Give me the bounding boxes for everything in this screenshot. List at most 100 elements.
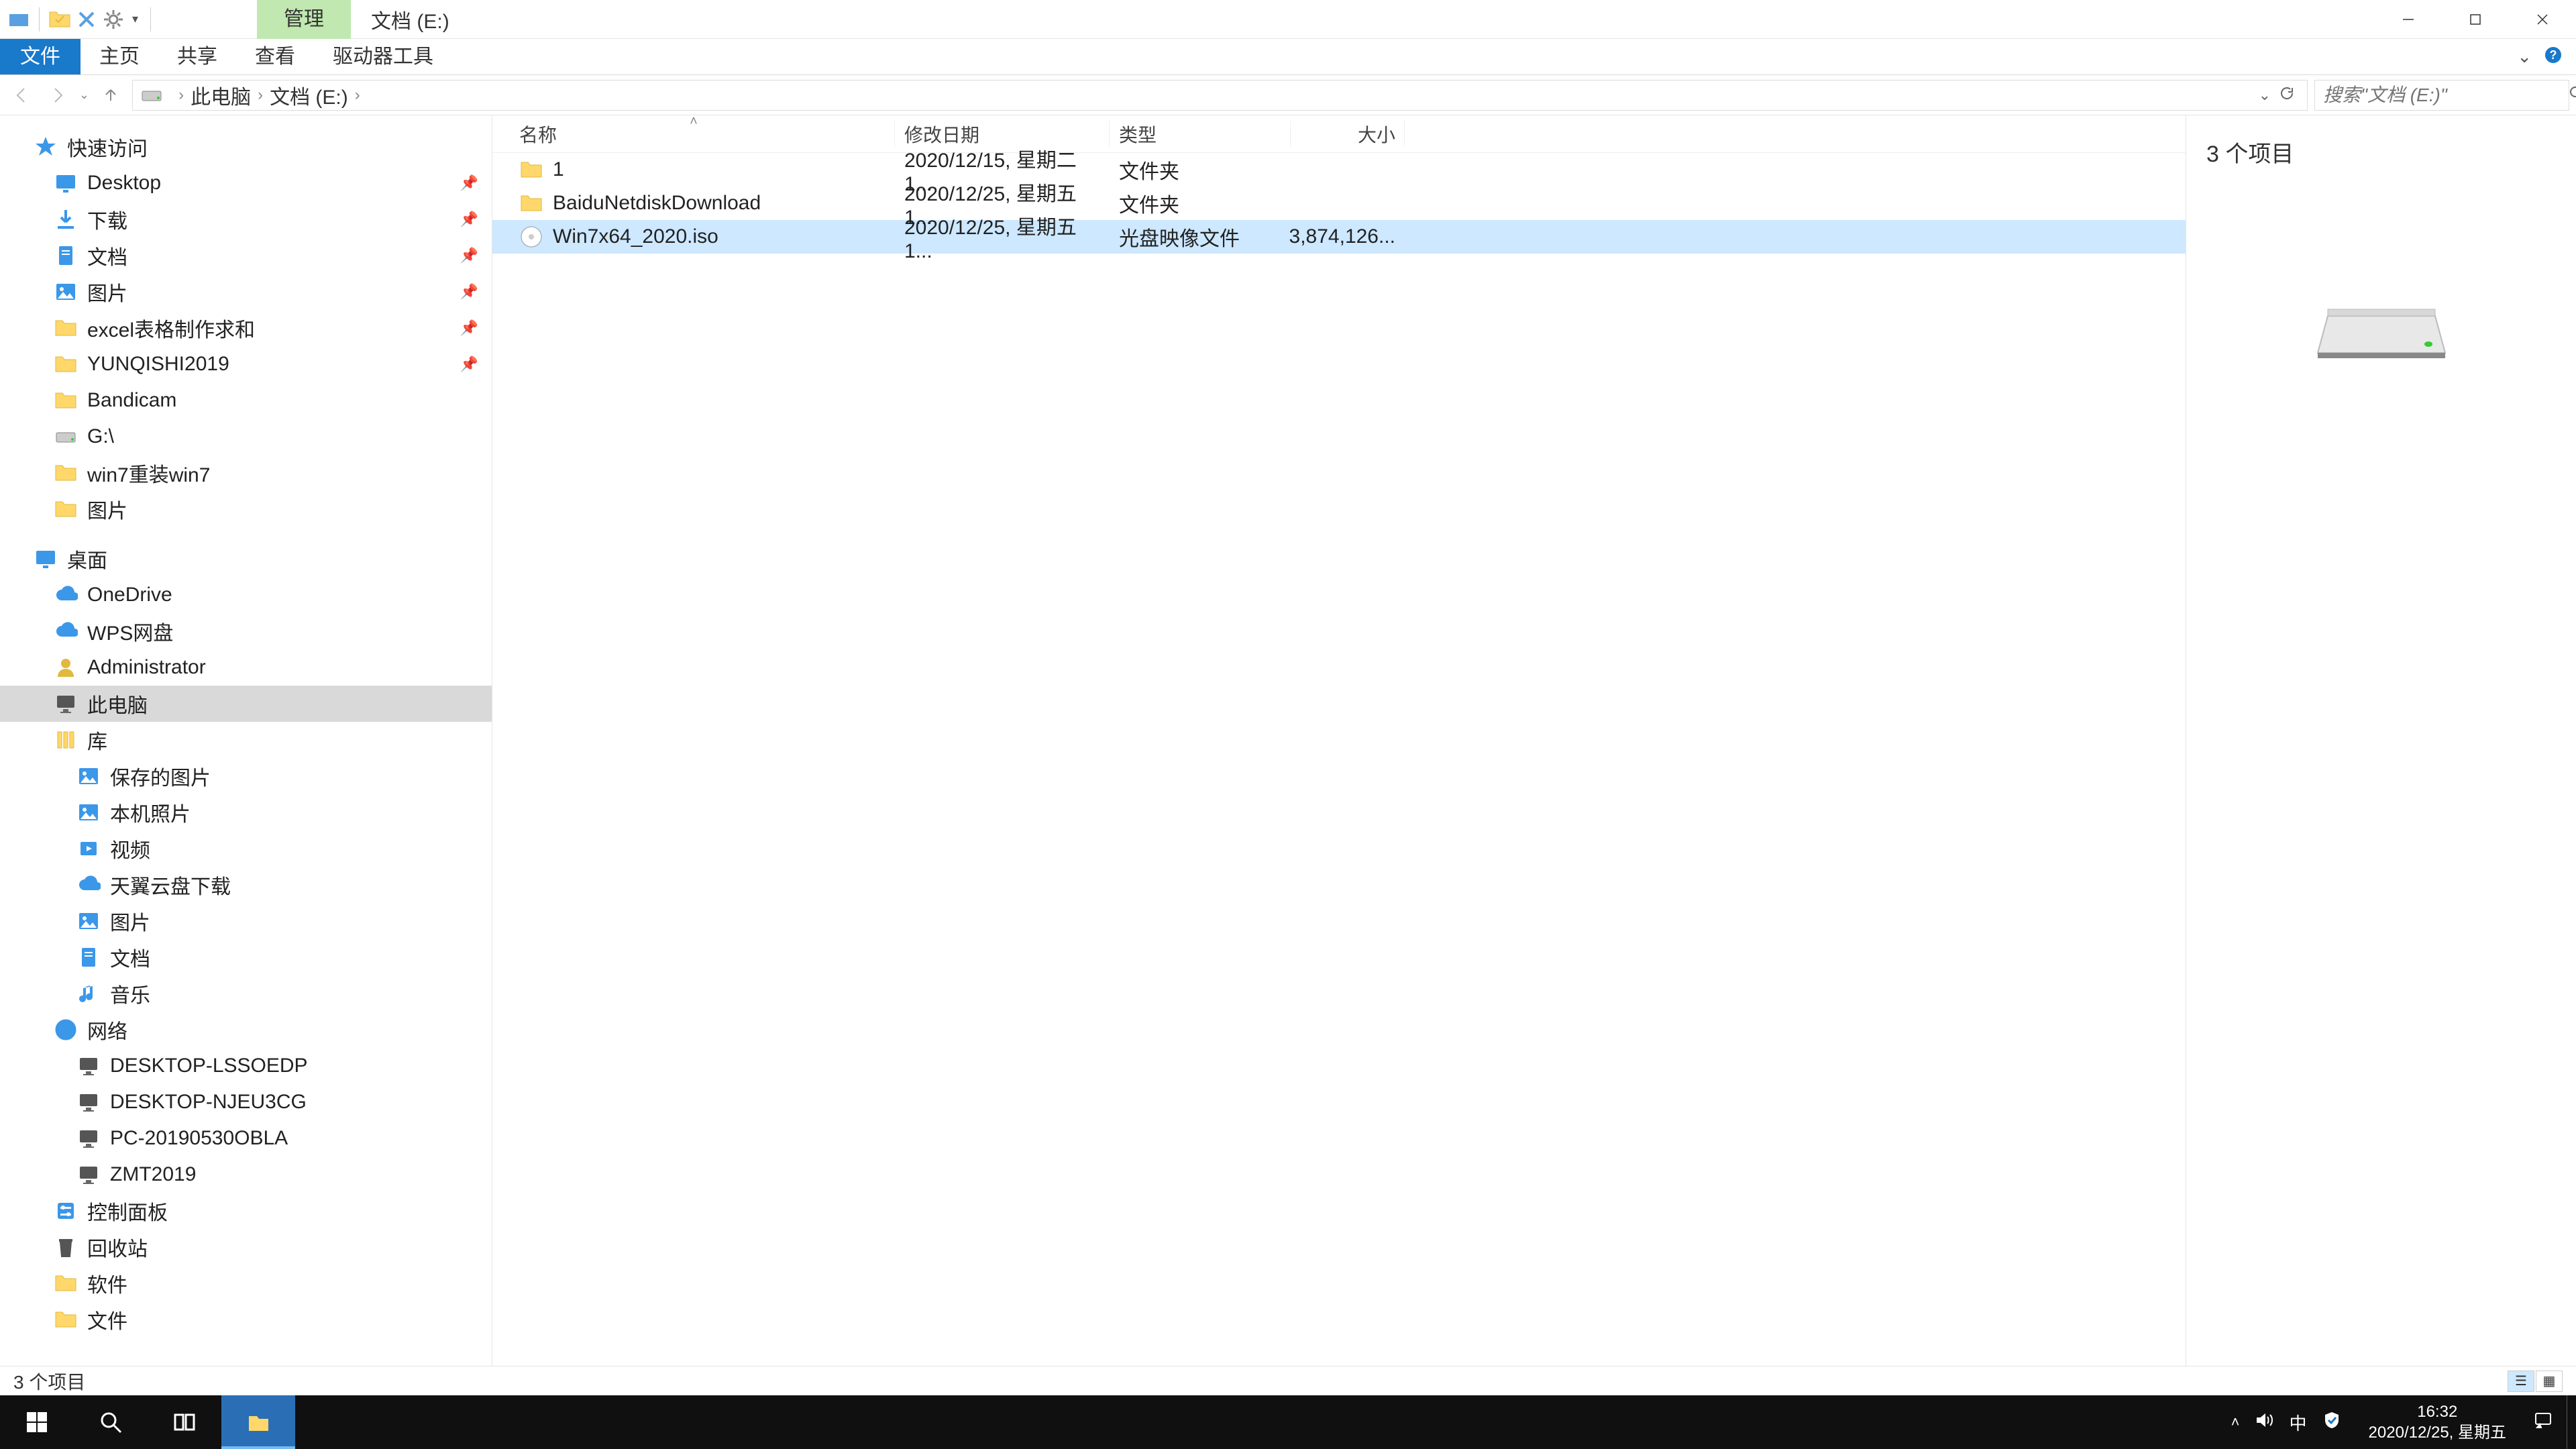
tree-label: 库 <box>87 725 107 755</box>
tree-desktop-root[interactable]: 桌面 <box>0 541 492 577</box>
tree-item-drive-g[interactable]: G:\ <box>0 419 492 455</box>
drive-icon <box>54 425 78 449</box>
tree-item-music[interactable]: 音乐 <box>0 975 492 1012</box>
tree-item-documents-lib[interactable]: 文档 <box>0 939 492 975</box>
show-desktop-button[interactable] <box>2567 1395 2576 1449</box>
address-row: ⌄ › 此电脑 › 文档 (E:) › ⌄ <box>0 75 2576 115</box>
tree-item-pictures[interactable]: 图片📌 <box>0 274 492 310</box>
navigation-tree[interactable]: 快速访问 Desktop📌 下载📌 文档📌 图片📌 excel表格制作求和📌 Y… <box>0 115 492 1366</box>
tree-item-videos[interactable]: 视频 <box>0 830 492 867</box>
qat-dropdown-icon[interactable]: ▾ <box>128 12 142 26</box>
action-center-icon[interactable] <box>2533 1410 2553 1435</box>
ime-indicator[interactable]: 中 <box>2290 1410 2307 1435</box>
ribbon: 文件 主页 共享 查看 驱动器工具 ⌄ ? <box>0 39 2576 75</box>
tree-item-yunqishi[interactable]: YUNQISHI2019📌 <box>0 346 492 382</box>
tree-item-this-pc[interactable]: 此电脑 <box>0 686 492 722</box>
tree-item-documents[interactable]: 文档📌 <box>0 237 492 274</box>
tree-label: 保存的图片 <box>110 761 211 791</box>
file-row[interactable]: 1 2020/12/15, 星期二 1... 文件夹 <box>492 153 2186 186</box>
tree-item-libraries[interactable]: 库 <box>0 722 492 758</box>
tree-label: 下载 <box>87 205 127 234</box>
qat-settings-icon[interactable] <box>101 7 125 32</box>
minimize-button[interactable] <box>2375 0 2442 39</box>
tree-item-network-pc[interactable]: DESKTOP-NJEU3CG <box>0 1084 492 1120</box>
nav-back-button[interactable] <box>7 80 36 110</box>
chevron-right-icon[interactable]: › <box>258 86 263 105</box>
tree-quick-access[interactable]: 快速访问 <box>0 129 492 165</box>
ribbon-tab-view[interactable]: 查看 <box>236 39 314 74</box>
tray-overflow-icon[interactable]: ˄ <box>2231 1413 2240 1431</box>
file-type: 光盘映像文件 <box>1110 222 1291 252</box>
security-icon[interactable] <box>2322 1410 2342 1435</box>
chevron-right-icon[interactable]: › <box>178 86 184 105</box>
column-header-name[interactable]: ˄ 名称 <box>492 115 895 152</box>
nav-up-button[interactable] <box>96 80 125 110</box>
tree-item-files[interactable]: 文件 <box>0 1301 492 1338</box>
chevron-right-icon[interactable]: › <box>355 86 360 105</box>
file-row[interactable]: BaiduNetdiskDownload 2020/12/25, 星期五 1..… <box>492 186 2186 220</box>
breadcrumb-drive-e[interactable]: 文档 (E:) <box>270 80 348 110</box>
address-dropdown-icon[interactable]: ⌄ <box>2259 87 2271 104</box>
tree-item-pictures-2[interactable]: 图片 <box>0 491 492 527</box>
tree-item-control-panel[interactable]: 控制面板 <box>0 1193 492 1229</box>
file-list: ˄ 名称 修改日期 类型 大小 1 2020/12/15, 星期二 1... 文… <box>492 115 2186 1366</box>
tree-item-desktop[interactable]: Desktop📌 <box>0 165 492 201</box>
tree-item-excel-folder[interactable]: excel表格制作求和📌 <box>0 310 492 346</box>
tree-item-downloads[interactable]: 下载📌 <box>0 201 492 237</box>
tree-item-administrator[interactable]: Administrator <box>0 649 492 686</box>
breadcrumb-this-pc[interactable]: 此电脑 <box>191 80 251 110</box>
tree-item-network[interactable]: 网络 <box>0 1012 492 1048</box>
search-box[interactable] <box>2314 80 2569 111</box>
tree-label: 图片 <box>87 277 127 307</box>
column-header-type[interactable]: 类型 <box>1110 115 1291 152</box>
ribbon-expand-icon[interactable]: ⌄ <box>2517 46 2532 67</box>
view-icons-button[interactable]: ▦ <box>2536 1371 2563 1392</box>
column-header-size[interactable]: 大小 <box>1291 115 1405 152</box>
tree-item-wps-cloud[interactable]: WPS网盘 <box>0 613 492 649</box>
view-details-button[interactable]: ☰ <box>2508 1371 2534 1392</box>
qat-close-icon[interactable] <box>74 7 99 32</box>
tree-item-saved-pictures[interactable]: 保存的图片 <box>0 758 492 794</box>
ribbon-tab-file[interactable]: 文件 <box>0 39 80 74</box>
maximize-button[interactable] <box>2442 0 2509 39</box>
column-header-date[interactable]: 修改日期 <box>895 115 1110 152</box>
tree-item-network-pc[interactable]: DESKTOP-LSSOEDP <box>0 1048 492 1084</box>
folder-icon <box>54 1307 78 1332</box>
tree-label: 音乐 <box>110 979 150 1008</box>
tree-item-onedrive[interactable]: OneDrive <box>0 577 492 613</box>
nav-forward-button[interactable] <box>43 80 72 110</box>
nav-history-dropdown-icon[interactable]: ⌄ <box>79 88 89 102</box>
tree-item-recycle-bin[interactable]: 回收站 <box>0 1229 492 1265</box>
tree-item-network-pc[interactable]: ZMT2019 <box>0 1157 492 1193</box>
volume-icon[interactable] <box>2255 1410 2275 1435</box>
separator <box>39 7 40 32</box>
ribbon-tab-drive-tools[interactable]: 驱动器工具 <box>314 39 452 74</box>
tree-label: WPS网盘 <box>87 616 173 646</box>
tree-label: 天翼云盘下载 <box>110 870 231 900</box>
ribbon-context-tab[interactable]: 管理 <box>257 0 351 39</box>
ribbon-tab-share[interactable]: 共享 <box>158 39 236 74</box>
tree-item-software[interactable]: 软件 <box>0 1265 492 1301</box>
address-bar[interactable]: › 此电脑 › 文档 (E:) › ⌄ <box>132 80 2308 111</box>
tree-item-tianyi-cloud[interactable]: 天翼云盘下载 <box>0 867 492 903</box>
task-view-button[interactable] <box>148 1395 221 1449</box>
ribbon-tab-home[interactable]: 主页 <box>80 39 158 74</box>
taskbar-search-button[interactable] <box>74 1395 148 1449</box>
qat-folder-check-icon[interactable] <box>48 7 72 32</box>
help-icon[interactable]: ? <box>2544 46 2563 68</box>
tree-item-pictures-lib[interactable]: 图片 <box>0 903 492 939</box>
close-button[interactable] <box>2509 0 2576 39</box>
search-input[interactable] <box>2323 85 2568 106</box>
start-button[interactable] <box>0 1395 74 1449</box>
tree-item-local-photos[interactable]: 本机照片 <box>0 794 492 830</box>
network-icon <box>54 1018 78 1042</box>
file-row[interactable]: Win7x64_2020.iso 2020/12/25, 星期五 1... 光盘… <box>492 220 2186 254</box>
taskbar-clock[interactable]: 16:32 2020/12/25, 星期五 <box>2357 1401 2518 1443</box>
tree-label: DESKTOP-NJEU3CG <box>110 1091 307 1114</box>
taskbar-file-explorer[interactable] <box>221 1395 295 1449</box>
search-icon[interactable] <box>2568 85 2576 105</box>
refresh-icon[interactable] <box>2279 84 2295 107</box>
tree-item-network-pc[interactable]: PC-20190530OBLA <box>0 1120 492 1157</box>
tree-item-bandicam[interactable]: Bandicam <box>0 382 492 419</box>
tree-item-win7-reinstall[interactable]: win7重装win7 <box>0 455 492 491</box>
